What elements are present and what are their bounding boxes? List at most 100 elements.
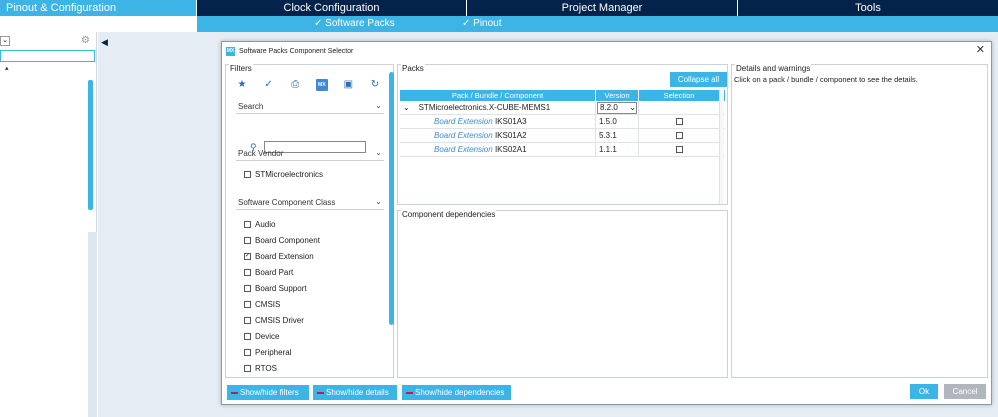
selection-checkbox[interactable] — [675, 118, 683, 125]
class-checkbox-item[interactable]: Board Support — [244, 282, 307, 294]
filter-toolbar: ★ ✓ ⎙ MX ▣ ↻ — [236, 79, 381, 91]
star-icon[interactable]: ★ — [236, 79, 248, 91]
chevron-down-icon: ⌄ — [375, 197, 382, 206]
software-packs-dialog: MX Software Packs Component Selector ✕ F… — [221, 41, 992, 405]
component-row[interactable]: Board Extension IKS01A2 5.3.1 — [400, 128, 725, 143]
chip-icon[interactable]: ▣ — [342, 79, 354, 91]
collapse-all-button[interactable]: Collapse all — [670, 72, 727, 87]
checked-checkbox[interactable]: ✓ — [244, 252, 251, 260]
class-checkbox-item[interactable]: Peripheral — [244, 346, 291, 358]
filters-scrollbar[interactable] — [389, 72, 394, 325]
pack-row[interactable]: ⌄ STMicroelectronics.X-CUBE-MEMS1 8.2.0 … — [400, 100, 725, 115]
pinout-menu[interactable]: ✓ Pinout — [462, 16, 502, 32]
class-checkbox-item[interactable]: ✓ Board Extension — [244, 250, 314, 262]
left-panel: ⌄ ⚙ ▴ — [0, 32, 97, 417]
component-version: 1.1.1 — [596, 142, 639, 157]
component-row[interactable]: Board Extension IKS02A1 1.1.1 — [400, 142, 725, 157]
show-hide-dependencies-button[interactable]: Show/hide dependencies — [402, 385, 511, 400]
class-checkbox-item[interactable]: CMSIS — [244, 298, 280, 310]
left-panel-scroll-track — [88, 232, 97, 417]
table-header: Pack / Bundle / Component Version Select… — [400, 90, 725, 101]
details-panel: Details and warnings Click on a pack / b… — [731, 64, 988, 378]
chevron-down-icon: ⌄ — [629, 102, 636, 112]
checkbox[interactable] — [244, 364, 251, 372]
component-name: IKS01A2 — [494, 130, 527, 140]
dependencies-panel: Component dependencies — [397, 210, 728, 378]
column-header-version[interactable]: Version — [596, 90, 639, 101]
packs-panel: Packs Collapse all Pack / Bundle / Compo… — [397, 64, 728, 205]
checkbox[interactable] — [244, 220, 251, 228]
component-rows: Board Extension IKS01A3 1.5.0 Board Extens… — [400, 114, 725, 157]
button-label: Show/hide filters — [240, 388, 299, 397]
version-select[interactable]: 8.2.0 ⌄ — [597, 101, 637, 114]
tab-tools[interactable]: Tools — [738, 0, 998, 16]
selection-checkbox[interactable] — [675, 132, 683, 139]
checkbox-label: Board Extension — [255, 251, 314, 261]
checkbox[interactable] — [244, 300, 251, 308]
chevron-down-icon[interactable]: ⌄ — [403, 103, 410, 112]
component-version: 1.5.0 — [596, 114, 639, 129]
component-class-section-header[interactable]: Software Component Class ⌄ — [236, 197, 384, 210]
tab-clock-configuration[interactable]: Clock Configuration — [197, 0, 467, 16]
ok-button[interactable]: Ok — [910, 384, 938, 399]
tab-pinout-configuration[interactable]: Pinout & Configuration — [0, 0, 197, 16]
check-circle-icon[interactable]: ✓ — [263, 79, 275, 91]
component-class-prefix: Board Extension — [434, 116, 493, 126]
dash-icon — [406, 391, 413, 394]
left-panel-scrollbar[interactable] — [88, 80, 93, 210]
component-version: 5.3.1 — [596, 128, 639, 143]
cancel-button[interactable]: Cancel — [944, 384, 986, 399]
sort-icon[interactable]: ▴ — [5, 64, 9, 72]
checkbox[interactable] — [244, 236, 251, 244]
package-icon[interactable]: ⎙ — [289, 79, 301, 91]
checkbox[interactable] — [244, 332, 251, 340]
component-row[interactable]: Board Extension IKS01A3 1.5.0 — [400, 114, 725, 129]
class-checkbox-item[interactable]: CMSIS Driver — [244, 314, 304, 326]
selection-checkbox[interactable] — [675, 146, 683, 153]
pack-vendor-section-header[interactable]: Pack Vendor ⌄ — [236, 148, 384, 161]
column-header-component[interactable]: Pack / Bundle / Component — [400, 90, 596, 101]
component-class-prefix: Board Extension — [434, 130, 493, 140]
component-name-cell: Board Extension IKS01A3 — [400, 114, 596, 129]
gear-icon[interactable]: ⚙ — [81, 35, 90, 46]
table-scrollbar[interactable] — [719, 90, 724, 204]
selected-list-item[interactable] — [0, 50, 95, 62]
checkbox[interactable] — [244, 284, 251, 292]
close-icon[interactable]: ✕ — [976, 43, 985, 56]
class-checkbox-item[interactable]: Device — [244, 330, 279, 342]
show-hide-filters-button[interactable]: Show/hide filters — [227, 385, 309, 400]
mx-icon[interactable]: MX — [315, 79, 328, 91]
checkbox[interactable] — [244, 268, 251, 276]
tab-project-manager[interactable]: Project Manager — [467, 0, 738, 16]
vendor-checkbox-stmicroelectronics[interactable]: STMicroelectronics — [244, 168, 323, 180]
checkbox[interactable] — [244, 348, 251, 356]
checkbox-label: Audio — [255, 219, 276, 229]
category-dropdown[interactable]: ⌄ — [0, 36, 10, 46]
details-hint: Click on a pack / bundle / component to … — [734, 75, 918, 84]
search-section-label: Search — [238, 102, 264, 111]
dash-icon — [317, 391, 324, 394]
checkbox-label: STMicroelectronics — [255, 169, 324, 179]
checkbox-label: Peripheral — [255, 347, 292, 357]
collapse-panel-icon[interactable]: ◀ — [101, 37, 108, 48]
refresh-icon[interactable]: ↻ — [369, 79, 381, 91]
software-packs-menu[interactable]: ✓ Software Packs — [314, 16, 395, 32]
pack-name-cell: ⌄ STMicroelectronics.X-CUBE-MEMS1 — [400, 100, 596, 115]
class-checkbox-item[interactable]: Board Part — [244, 266, 293, 278]
button-label: Show/hide dependencies — [415, 388, 505, 397]
component-class-prefix: Board Extension — [434, 144, 493, 154]
class-checkbox-item[interactable]: Board Component — [244, 234, 320, 246]
checkbox-label: CMSIS Driver — [255, 315, 304, 325]
class-checkbox-item[interactable]: Audio — [244, 218, 275, 230]
pack-selection-cell — [639, 100, 720, 115]
component-selection-cell — [639, 142, 720, 157]
component-selection-cell — [639, 128, 720, 143]
column-header-selection[interactable]: Selection — [639, 90, 720, 101]
search-section-header[interactable]: Search ⌄ — [236, 101, 384, 114]
pack-version-cell: 8.2.0 ⌄ — [596, 100, 639, 115]
checkbox[interactable] — [244, 170, 251, 178]
checkbox[interactable] — [244, 316, 251, 324]
sub-menu-bar: ✓ Software Packs ✓ Pinout — [197, 16, 998, 32]
show-hide-details-button[interactable]: Show/hide details — [313, 385, 397, 400]
class-checkbox-item[interactable]: RTOS — [244, 362, 277, 374]
